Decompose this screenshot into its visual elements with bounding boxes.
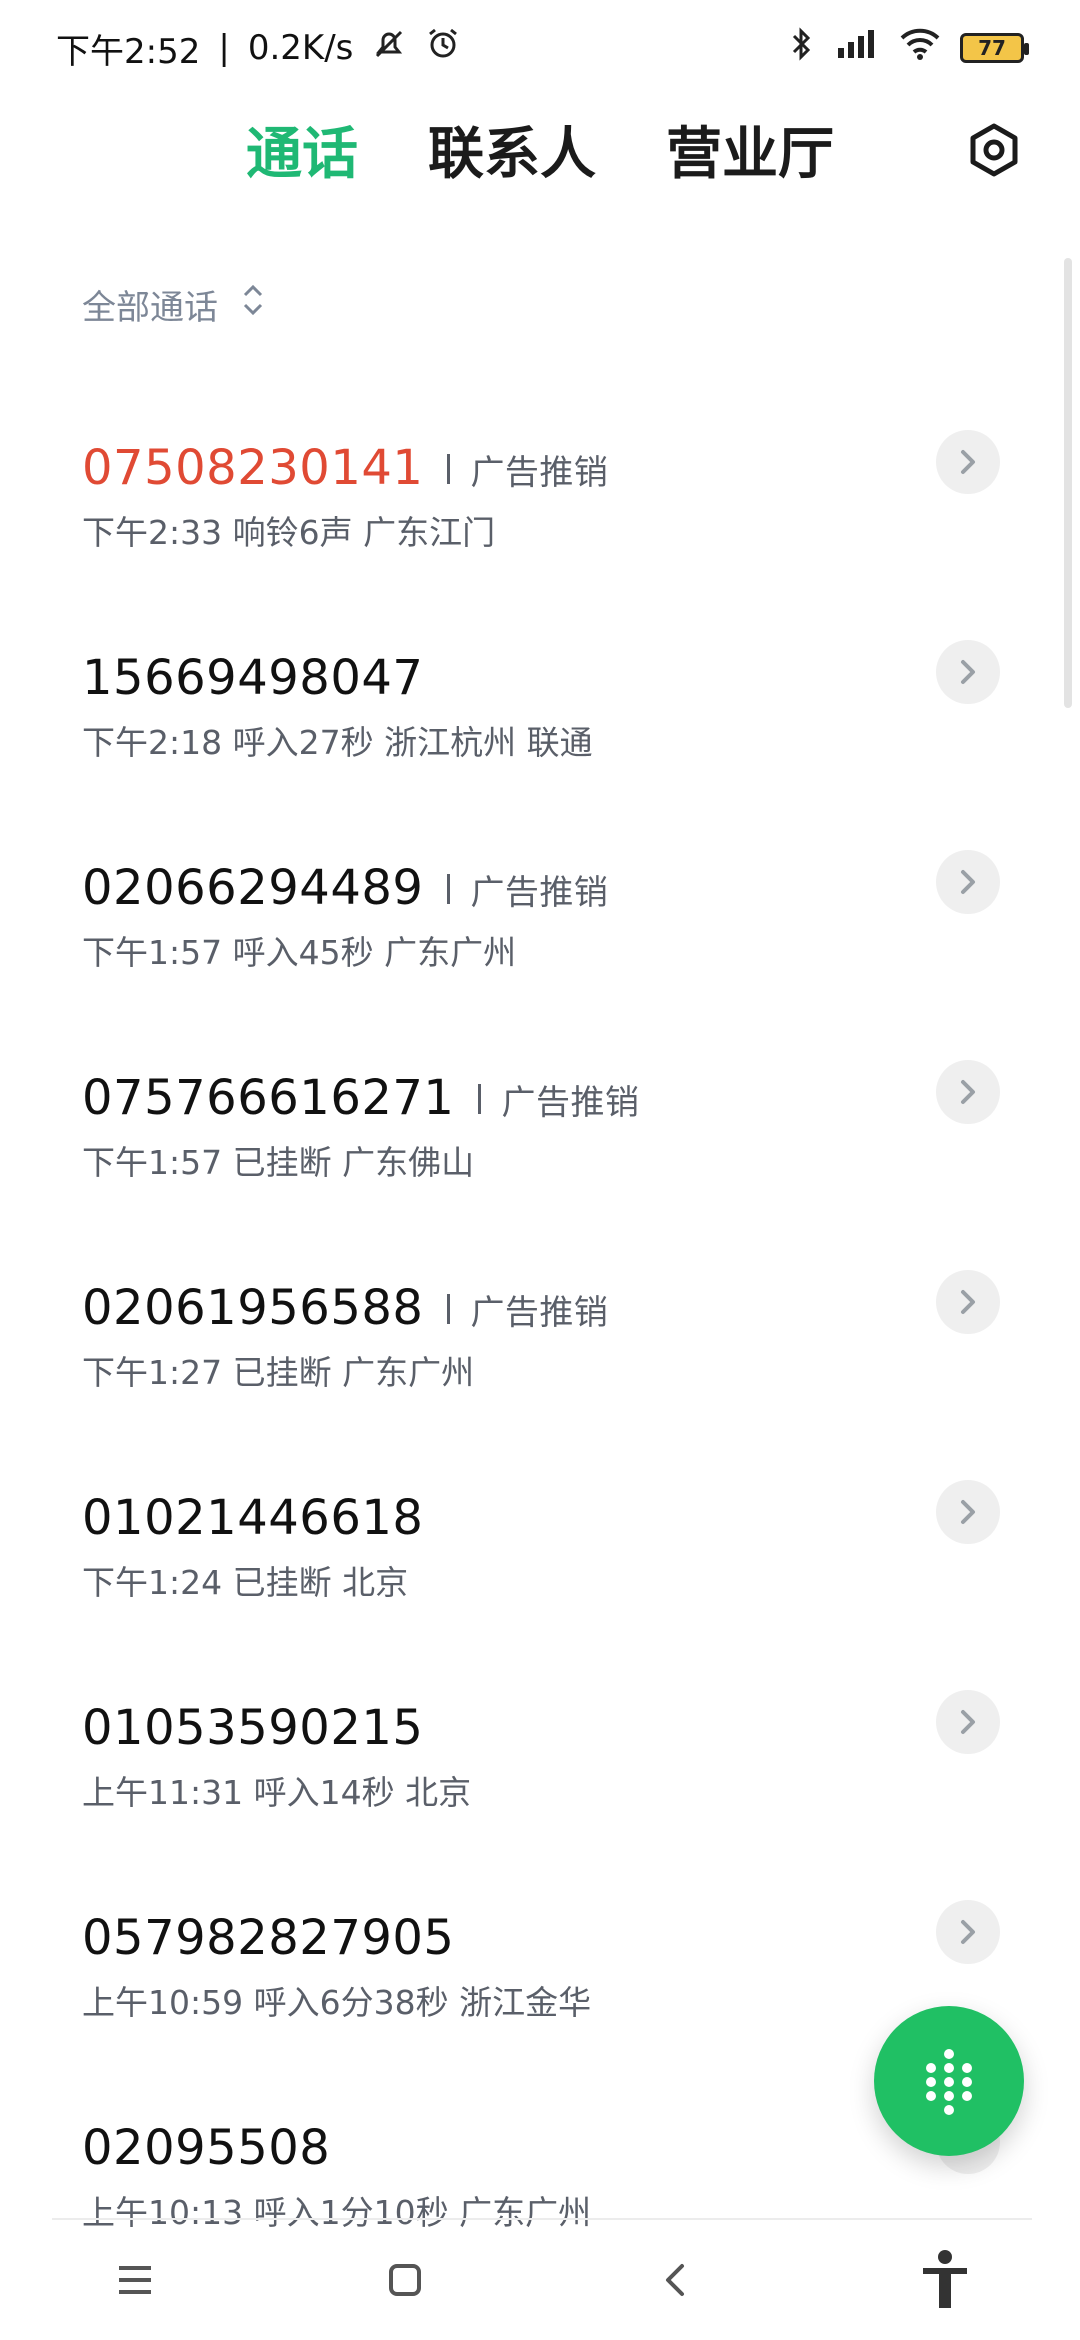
wifi-icon [898, 26, 942, 71]
call-tag: 广告推销 [470, 1292, 609, 1333]
call-detail: 上午10:59 呼入6分38秒 浙江金华 [82, 1983, 592, 2022]
list-item[interactable]: 02061956588 广告推销 下午1:27 已挂断 广东广州 [0, 1232, 1080, 1442]
call-detail: 下午1:57 呼入45秒 广东广州 [82, 933, 517, 972]
chevron-right-icon[interactable] [936, 430, 1000, 494]
call-detail: 下午1:57 已挂断 广东佛山 [82, 1143, 475, 1182]
chevron-right-icon[interactable] [936, 640, 1000, 704]
dialpad-icon [926, 2049, 972, 2115]
call-list: 07508230141 广告推销 下午2:33 响铃6声 广东江门 156694… [0, 392, 1080, 2262]
call-tag: 广告推销 [470, 452, 609, 493]
call-number: 02066294489 [82, 860, 424, 916]
list-item[interactable]: 01053590215 上午11:31 呼入14秒 北京 [0, 1652, 1080, 1862]
call-number: 02061956588 [82, 1280, 424, 1336]
tab-service-hall[interactable]: 营业厅 [666, 109, 834, 190]
call-detail: 下午1:24 已挂断 北京 [82, 1563, 409, 1602]
call-number: 01021446618 [82, 1490, 424, 1546]
chevron-right-icon[interactable] [936, 1270, 1000, 1334]
battery-icon: 77 [960, 33, 1029, 63]
menu-icon[interactable] [103, 2248, 167, 2312]
alarm-icon [425, 26, 461, 71]
call-number: 01053590215 [82, 1700, 424, 1756]
call-detail: 下午2:33 响铃6声 广东江门 [82, 513, 496, 552]
network-speed: 0.2K/s [247, 28, 354, 68]
call-detail: 下午2:18 呼入27秒 浙江杭州 联通 [82, 723, 593, 762]
list-item[interactable]: 075766616271 广告推销 下午1:57 已挂断 广东佛山 [0, 1022, 1080, 1232]
call-detail: 上午11:31 呼入14秒 北京 [82, 1773, 472, 1812]
mute-icon [371, 26, 407, 71]
call-number: 07508230141 [82, 440, 424, 496]
call-filter[interactable]: 全部通话 [82, 280, 264, 329]
system-nav-bar [0, 2220, 1080, 2340]
tab-contacts[interactable]: 联系人 [428, 109, 596, 190]
chevron-right-icon[interactable] [936, 850, 1000, 914]
chevron-right-icon[interactable] [936, 1060, 1000, 1124]
accessibility-icon[interactable] [913, 2248, 977, 2312]
bluetooth-icon [786, 26, 816, 71]
home-icon[interactable] [373, 2248, 437, 2312]
list-item[interactable]: 07508230141 广告推销 下午2:33 响铃6声 广东江门 [0, 392, 1080, 602]
call-tag: 广告推销 [501, 1082, 640, 1123]
list-item[interactable]: 15669498047 下午2:18 呼入27秒 浙江杭州 联通 [0, 602, 1080, 812]
up-down-icon [242, 283, 264, 326]
back-icon[interactable] [643, 2248, 707, 2312]
call-number: 057982827905 [82, 1910, 455, 1966]
call-detail: 下午1:27 已挂断 广东广州 [82, 1353, 475, 1392]
chevron-right-icon[interactable] [936, 1480, 1000, 1544]
list-item[interactable]: 01021446618 下午1:24 已挂断 北京 [0, 1442, 1080, 1652]
status-time: 下午2:52 [56, 31, 201, 72]
filter-label: 全部通话 [82, 288, 218, 328]
dialpad-button[interactable] [874, 2006, 1024, 2156]
chevron-right-icon[interactable] [936, 1900, 1000, 1964]
status-bar: 下午2:52 | 0.2K/s 77 [0, 0, 1080, 96]
tab-calls[interactable]: 通话 [246, 109, 358, 190]
call-number: 02095508 [82, 2120, 331, 2176]
call-number: 075766616271 [82, 1070, 455, 1126]
call-number: 15669498047 [82, 650, 424, 706]
hd-signal-icon [834, 26, 880, 71]
chevron-right-icon[interactable] [936, 1690, 1000, 1754]
call-tag: 广告推销 [470, 872, 609, 913]
list-item[interactable]: 02066294489 广告推销 下午1:57 呼入45秒 广东广州 [0, 812, 1080, 1022]
top-tabs: 通话 联系人 营业厅 [0, 104, 1080, 194]
settings-icon[interactable] [964, 120, 1024, 180]
